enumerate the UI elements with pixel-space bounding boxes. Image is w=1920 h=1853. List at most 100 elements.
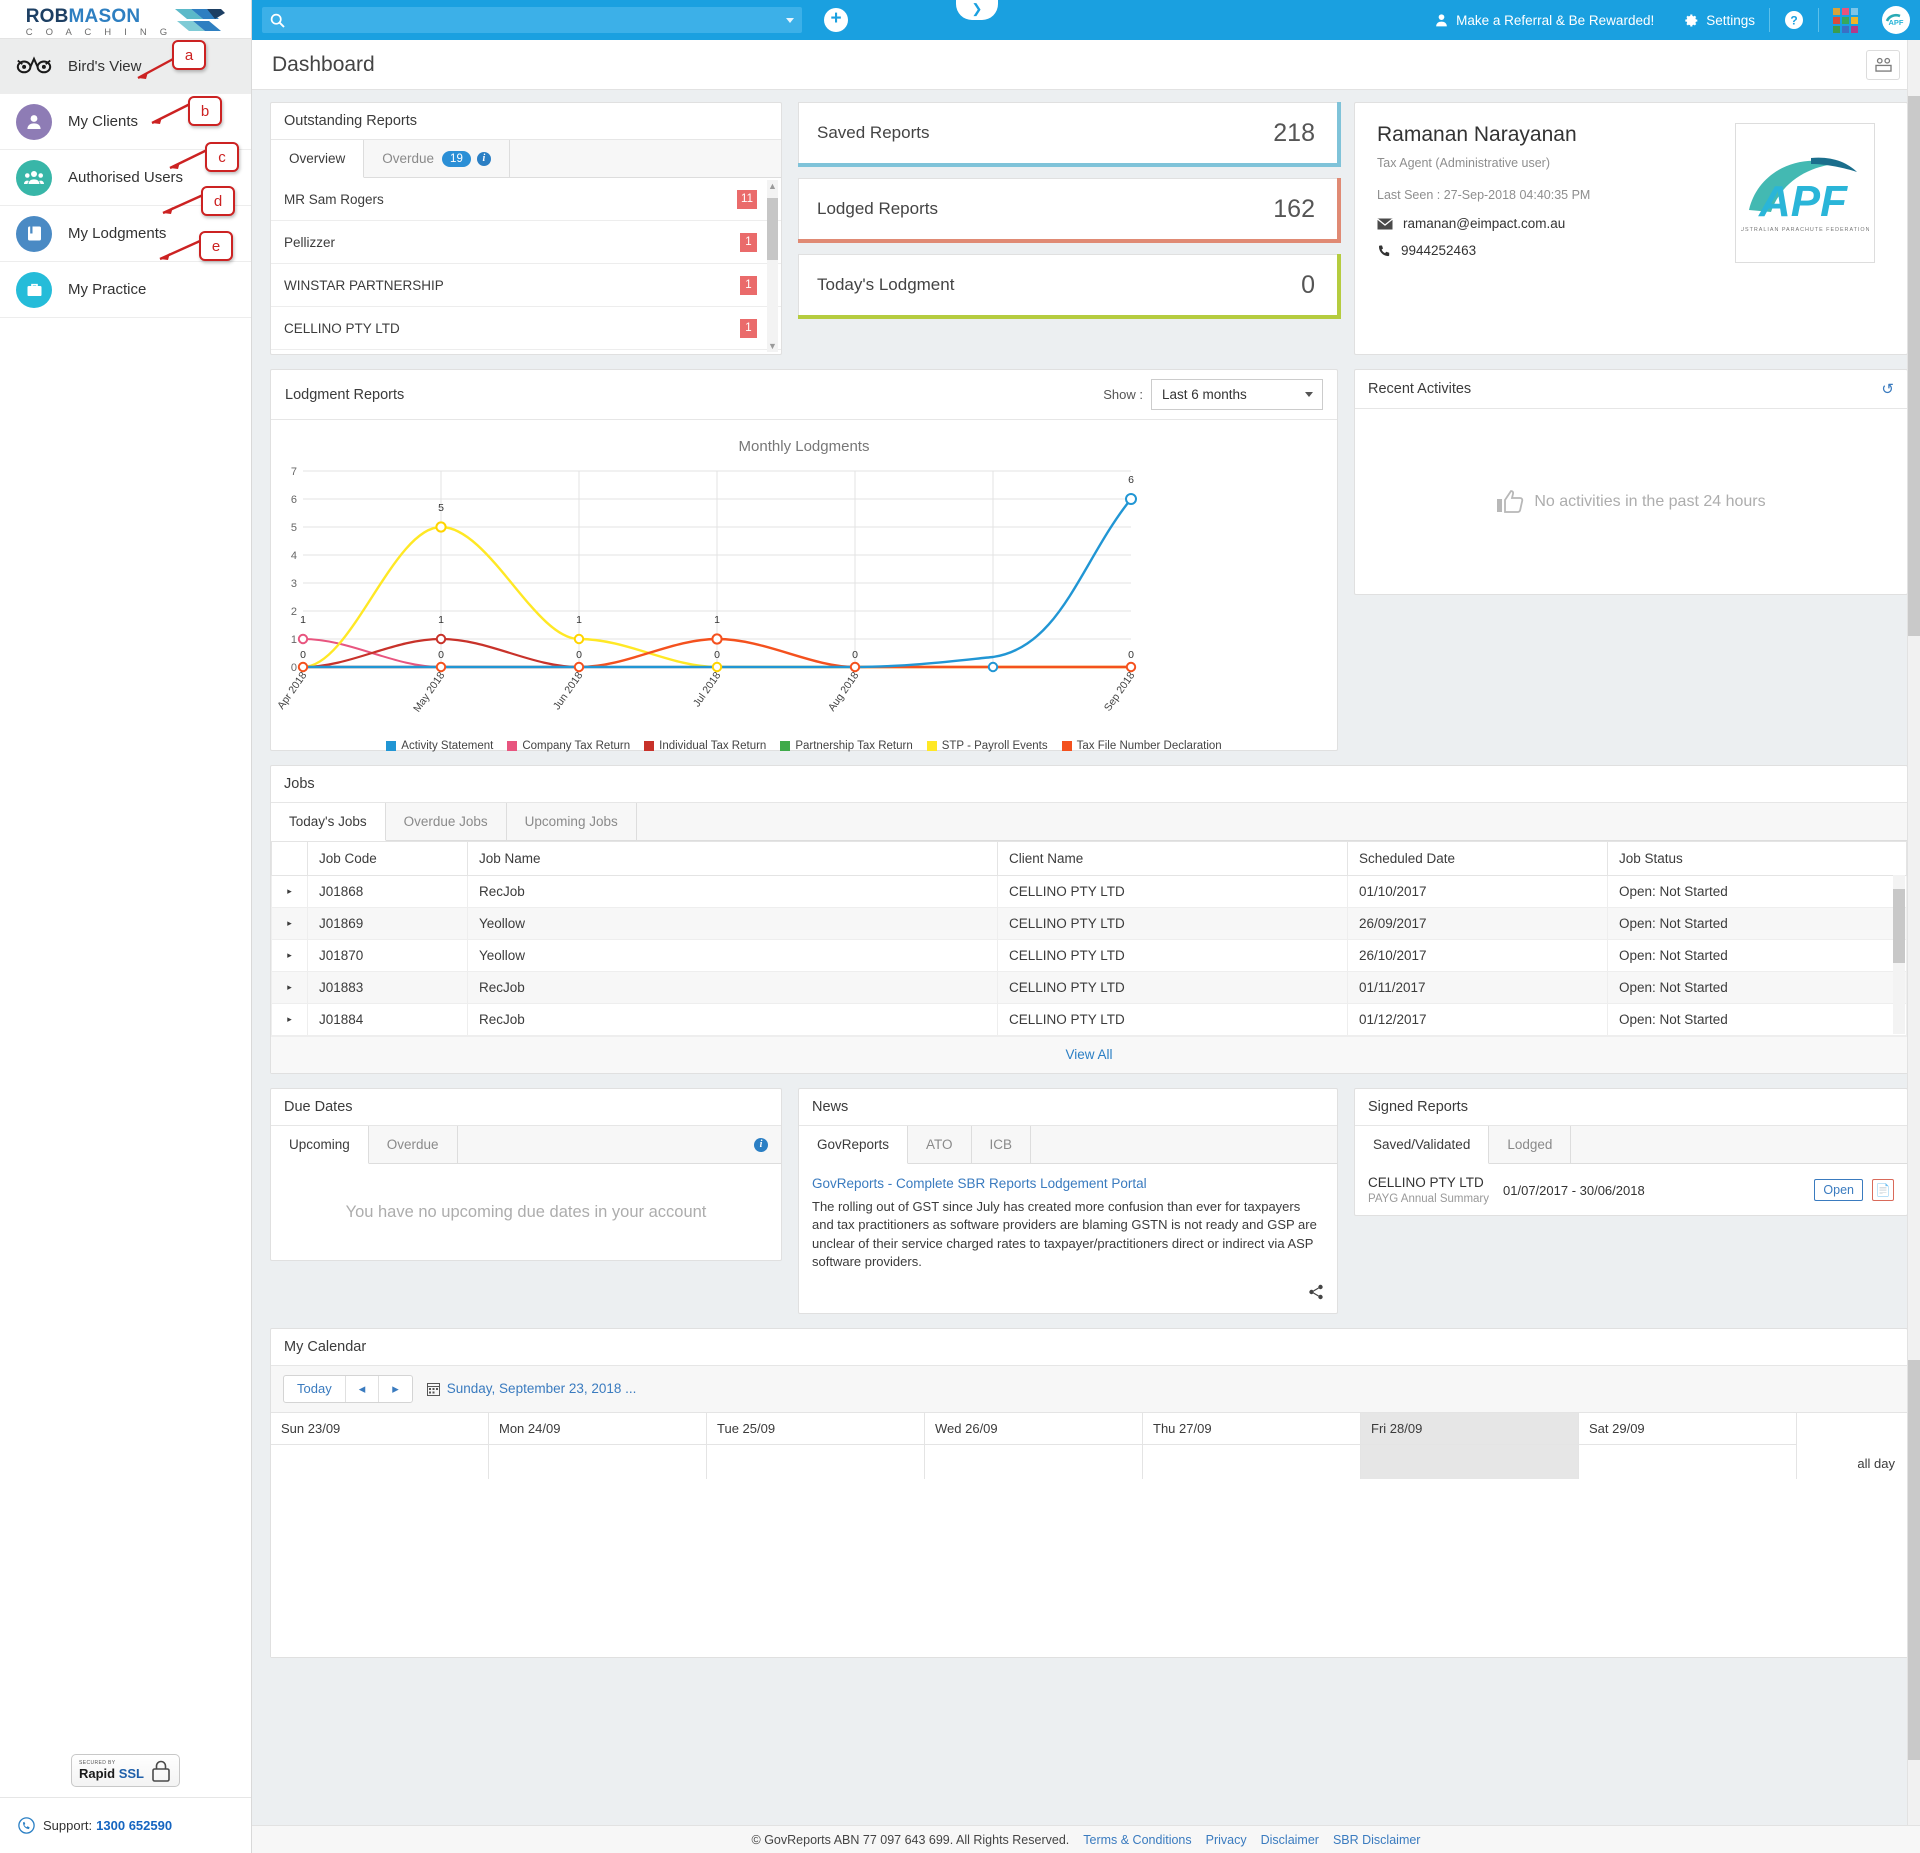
support-info[interactable]: Support: 1300 652590 [0, 1805, 251, 1845]
calendar-day-cell[interactable] [1579, 1445, 1796, 1479]
today-button[interactable]: Today [284, 1375, 346, 1402]
list-item[interactable]: WINSTAR PARTNERSHIP 1 [271, 264, 781, 307]
table-row[interactable]: ▸ J01884 RecJob CELLINO PTY LTD 01/12/20… [271, 1003, 1907, 1036]
help-button[interactable]: ? [1770, 10, 1818, 30]
sidebar-item-birds-view[interactable]: Bird's View [0, 38, 251, 94]
legend-item[interactable]: Partnership Tax Return [780, 740, 913, 752]
list-item[interactable]: LEWRONA 1 [271, 350, 781, 354]
tab-saved-validated[interactable]: Saved/Validated [1355, 1126, 1490, 1164]
news-share-button[interactable] [799, 1280, 1337, 1313]
tab-upcoming[interactable]: Upcoming [271, 1126, 369, 1164]
calendar-day-column[interactable]: Fri 28/09 [1361, 1412, 1579, 1479]
terms-link[interactable]: Terms & Conditions [1083, 1833, 1191, 1847]
make-referral-link[interactable]: Make a Referral & Be Rewarded! [1420, 13, 1668, 28]
sidebar-item-my-practice[interactable]: My Practice [0, 262, 251, 318]
stat-lodged-reports[interactable]: Lodged Reports 162 [798, 178, 1341, 243]
calendar-day-cell[interactable] [489, 1445, 706, 1479]
add-new-button[interactable]: + [824, 8, 848, 32]
calendar-day-cell[interactable] [1143, 1445, 1360, 1479]
list-item[interactable]: MR Sam Rogers 11 [271, 178, 781, 221]
tab-upcoming-jobs[interactable]: Upcoming Jobs [507, 803, 637, 840]
chevron-down-icon[interactable] [786, 17, 794, 23]
collapse-toggle-chevron-icon[interactable]: ❯ [956, 0, 998, 20]
calendar-day-column[interactable]: Tue 25/09 [707, 1412, 925, 1479]
tab-label: Lodged [1507, 1137, 1553, 1152]
scrollbar-thumb-secondary[interactable] [1908, 1360, 1920, 1760]
next-button[interactable]: ▸ [379, 1376, 412, 1402]
avatar[interactable]: APF [1882, 6, 1910, 34]
legend-item[interactable]: Company Tax Return [507, 740, 630, 752]
jobs-view-all[interactable]: View All [271, 1036, 1907, 1073]
tab-overdue[interactable]: Overdue [369, 1126, 458, 1163]
signed-report-row[interactable]: CELLINO PTY LTD PAYG Annual Summary 01/0… [1355, 1164, 1907, 1215]
sbr-disclaimer-link[interactable]: SBR Disclaimer [1333, 1833, 1421, 1847]
tab-overdue-jobs[interactable]: Overdue Jobs [386, 803, 507, 840]
list-item[interactable]: CELLINO PTY LTD 1 [271, 307, 781, 350]
table-row[interactable]: ▸ J01883 RecJob CELLINO PTY LTD 01/11/20… [271, 971, 1907, 1004]
calendar-current-range[interactable]: Sunday, September 23, 2018 ... [426, 1381, 636, 1396]
tab-ato[interactable]: ATO [908, 1126, 972, 1163]
pdf-icon[interactable]: 📄 [1872, 1179, 1894, 1201]
table-row[interactable]: ▸ J01869 Yeollow CELLINO PTY LTD 26/09/2… [271, 907, 1907, 940]
tab-lodged[interactable]: Lodged [1489, 1126, 1572, 1163]
col-job-code[interactable]: Job Code [307, 841, 468, 876]
calendar-events-area[interactable] [271, 1478, 1907, 1657]
calendar-day-cell[interactable] [707, 1445, 924, 1479]
calendar-day-column[interactable]: Mon 24/09 [489, 1412, 707, 1479]
legend-item[interactable]: Individual Tax Return [644, 740, 766, 752]
calendar-day-column[interactable]: Sat 29/09 [1579, 1412, 1797, 1479]
col-job-status[interactable]: Job Status [1607, 841, 1907, 876]
stat-saved-reports[interactable]: Saved Reports 218 [798, 102, 1341, 167]
col-job-name[interactable]: Job Name [467, 841, 998, 876]
refresh-icon[interactable]: ↺ [1881, 380, 1894, 398]
prev-button[interactable]: ◂ [346, 1375, 380, 1402]
calendar-day-cell[interactable] [271, 1445, 488, 1479]
calendar-day-column[interactable]: Sun 23/09 [271, 1412, 489, 1479]
col-scheduled-date[interactable]: Scheduled Date [1347, 841, 1608, 876]
list-scrollbar[interactable]: ▲ ▼ [767, 180, 778, 352]
settings-link[interactable]: Settings [1668, 12, 1769, 29]
news-headline-link[interactable]: GovReports - Complete SBR Reports Lodgem… [812, 1176, 1324, 1191]
expand-icon[interactable]: ▸ [271, 875, 308, 908]
scrollbar-thumb[interactable] [1908, 96, 1920, 636]
search-input[interactable] [292, 12, 786, 28]
widget-settings-button[interactable] [1866, 49, 1900, 80]
list-item[interactable]: Pellizzer 1 [271, 221, 781, 264]
col-client-name[interactable]: Client Name [997, 841, 1348, 876]
tab-todays-jobs[interactable]: Today's Jobs [271, 803, 386, 841]
privacy-link[interactable]: Privacy [1206, 1833, 1247, 1847]
jobs-scrollbar[interactable] [1893, 875, 1905, 1034]
legend-item[interactable]: Tax File Number Declaration [1061, 740, 1222, 752]
range-select[interactable]: Last 6 months [1151, 379, 1323, 410]
global-search[interactable] [262, 7, 802, 33]
support-number[interactable]: 1300 652590 [96, 1818, 172, 1833]
expand-icon[interactable]: ▸ [271, 971, 308, 1004]
expand-icon[interactable]: ▸ [271, 907, 308, 940]
tab-overdue[interactable]: Overdue 19 i [364, 140, 510, 177]
apps-grid-button[interactable] [1819, 7, 1872, 33]
expand-icon[interactable]: ▸ [271, 1003, 308, 1036]
calendar-day-column[interactable]: Wed 26/09 [925, 1412, 1143, 1479]
info-icon[interactable]: i [754, 1137, 768, 1152]
legend-item[interactable]: Activity Statement [386, 740, 493, 752]
calendar-day-cell[interactable] [1361, 1444, 1578, 1479]
brand-logo[interactable]: ROBMASON C O A C H I N G [0, 0, 251, 38]
scrollbar-thumb[interactable] [1893, 889, 1905, 963]
legend-item[interactable]: STP - Payroll Events [926, 740, 1048, 752]
open-report-button[interactable]: Open [1814, 1179, 1863, 1201]
stat-todays-lodgment[interactable]: Today's Lodgment 0 [798, 254, 1341, 319]
info-icon[interactable]: i [476, 151, 491, 166]
expand-icon[interactable]: ▸ [271, 939, 308, 972]
tab-overview[interactable]: Overview [271, 140, 365, 178]
tab-icb[interactable]: ICB [972, 1126, 1032, 1163]
scrollbar-thumb[interactable] [767, 198, 778, 260]
disclaimer-link[interactable]: Disclaimer [1261, 1833, 1319, 1847]
page-scrollbar[interactable] [1907, 40, 1920, 1825]
calendar-day-column[interactable]: Thu 27/09 [1143, 1412, 1361, 1479]
table-row[interactable]: ▸ J01868 RecJob CELLINO PTY LTD 01/10/20… [271, 875, 1907, 908]
table-row[interactable]: ▸ J01870 Yeollow CELLINO PTY LTD 26/10/2… [271, 939, 1907, 972]
calendar-day-cell[interactable] [925, 1445, 1142, 1479]
view-all-link[interactable]: View All [1065, 1047, 1112, 1062]
tab-govreports[interactable]: GovReports [799, 1126, 909, 1164]
sidebar-item-label: My Lodgments [68, 225, 167, 242]
